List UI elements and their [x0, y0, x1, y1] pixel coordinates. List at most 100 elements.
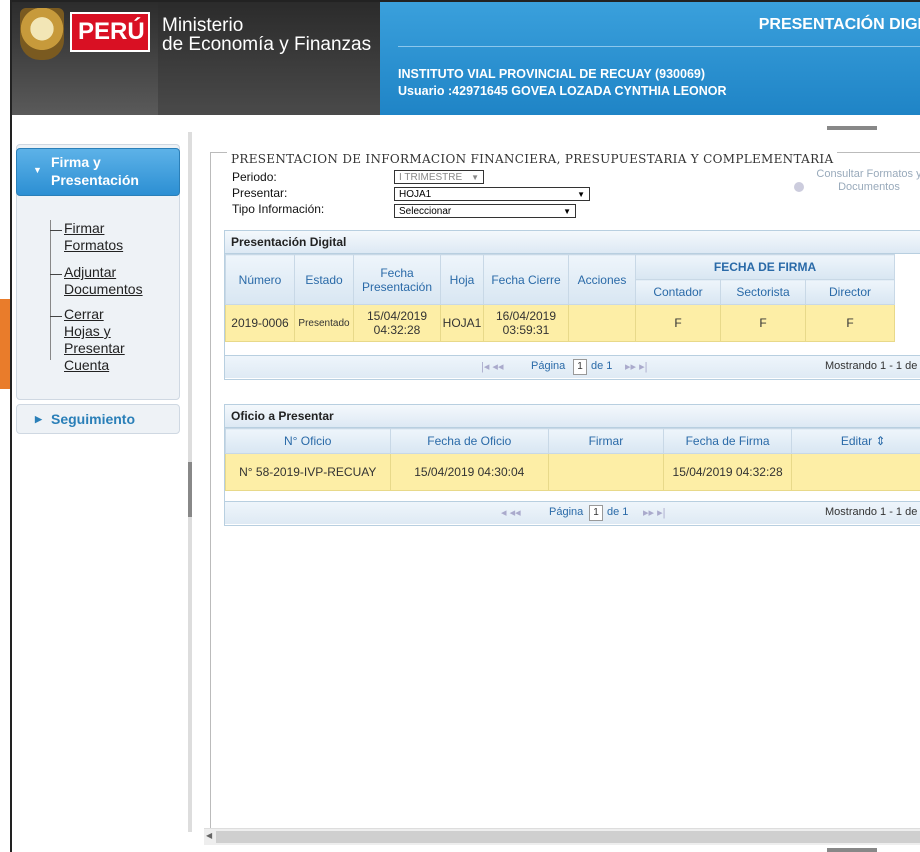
col-editar[interactable]: Editar ⇕ — [791, 428, 920, 454]
page-title: PRESENTACIÓN DIGI — [758, 16, 920, 33]
col-numero[interactable]: Número — [225, 254, 295, 305]
col-sectorista[interactable]: Sectorista — [720, 279, 806, 305]
presentar-select[interactable]: HOJA1 ▼ — [394, 187, 590, 201]
col-fecha-cierre[interactable]: Fecha Cierre — [483, 254, 569, 305]
item-label: Presentar — [64, 340, 125, 356]
table-row[interactable]: N° 58-2019-IVP-RECUAY 15/04/2019 04:30:0… — [225, 453, 920, 491]
browser-frame: PERÚ Ministerio de Economía y Finanzas P… — [10, 0, 920, 852]
pager-prev-icon[interactable]: ◂ ◂◂ — [501, 506, 521, 519]
cell-acciones[interactable] — [568, 304, 636, 342]
col-fecha-presentacion[interactable]: Fecha Presentación — [353, 254, 441, 305]
col-firmar[interactable]: Firmar — [548, 428, 664, 454]
col-contador[interactable]: Contador — [635, 279, 721, 305]
presentar-value: HOJA1 — [399, 189, 432, 200]
pager-total: de 1 — [591, 360, 613, 372]
ministry-line2: de Economía y Finanzas — [162, 34, 372, 55]
ministry-name: Ministerio de Economía y Finanzas — [158, 16, 371, 54]
item-label: Formatos — [64, 237, 124, 253]
scrollbar-thumb[interactable] — [216, 831, 920, 843]
sidebar-item-cerrar-hojas[interactable]: Cerrar Hojas y Presentar Cuenta — [64, 306, 125, 374]
header-divider — [398, 46, 920, 47]
col-acciones[interactable]: Acciones — [568, 254, 636, 305]
pager-next-icon[interactable]: ▸▸ ▸| — [643, 506, 665, 519]
item-label: Cerrar — [64, 306, 104, 322]
item-label: Adjuntar — [64, 264, 117, 280]
ministry-line1: Ministerio — [162, 15, 244, 36]
col-hoja[interactable]: Hoja — [440, 254, 484, 305]
cell-estado: Presentado — [294, 304, 354, 342]
grid-title: Oficio a Presentar — [225, 405, 920, 428]
cell-hoja: HOJA1 — [440, 304, 484, 342]
tipo-informacion-select[interactable]: Seleccionar ▼ — [394, 204, 576, 218]
pager-label: Página — [531, 360, 566, 372]
cell-oficio: N° 58-2019-IVP-RECUAY — [225, 453, 391, 491]
dropdown-arrow-icon: ▼ — [563, 207, 571, 216]
pager-prev-icon[interactable]: |◂ ◂◂ — [481, 360, 503, 373]
cell-line: 16/04/2019 — [495, 309, 557, 323]
sidebar-item-firmar-formatos[interactable]: Firmar Formatos — [64, 220, 123, 254]
item-label: Firmar — [64, 220, 105, 236]
page-input[interactable]: 1 — [573, 359, 587, 375]
cell-firmar[interactable] — [548, 453, 664, 491]
expanded-arrow-icon: ▼ — [33, 165, 42, 175]
institution-name: INSTITUTO VIAL PROVINCIAL DE RECUAY (930… — [398, 67, 706, 81]
horizontal-scrollbar[interactable]: ◀ — [204, 828, 920, 845]
grid-pager: ◂ ◂◂ Página 1 de 1 ▸▸ ▸| Mostrando 1 - 1… — [225, 501, 920, 524]
session-info: INSTITUTO VIAL PROVINCIAL DE RECUAY (930… — [398, 66, 727, 100]
page-input[interactable]: 1 — [589, 505, 603, 521]
tree-tick — [50, 274, 62, 275]
pager-status: Mostrando 1 - 1 de — [825, 506, 918, 518]
pager-status: Mostrando 1 - 1 de — [825, 360, 918, 372]
sort-icon: ⇕ — [875, 434, 886, 448]
sidebar-section-firma[interactable]: ▼ Firma y Presentación — [16, 148, 180, 196]
periodo-label: Periodo: — [232, 170, 277, 184]
col-fecha-de-firma: FECHA DE FIRMA — [635, 254, 895, 280]
col-estado[interactable]: Estado — [294, 254, 354, 305]
cell-line: 15/04/2019 — [366, 309, 428, 323]
presentacion-digital-grid: Presentación Digital Número Estado Fecha… — [224, 230, 920, 380]
cell-numero: 2019-0006 — [225, 304, 295, 342]
cell-editar[interactable] — [791, 453, 920, 491]
oficio-grid: Oficio a Presentar N° Oficio Fecha de Of… — [224, 404, 920, 526]
col-fecha-oficio[interactable]: Fecha de Oficio — [389, 428, 550, 454]
header-line: Fecha — [380, 265, 414, 280]
pager-next-icon[interactable]: ▸▸ ▸| — [625, 360, 647, 373]
consult-line1: Consultar Formatos y — [816, 168, 920, 180]
col-fecha-firma[interactable]: Fecha de Firma — [662, 428, 793, 454]
peru-logo: PERÚ — [70, 12, 150, 52]
cell-director: F — [805, 304, 895, 342]
table-row[interactable]: 2019-0006 Presentado 15/04/2019 04:32:28… — [225, 304, 895, 342]
ministry-reflection — [22, 82, 26, 100]
item-label: Cuenta — [64, 357, 110, 373]
tree-line — [50, 220, 51, 360]
consultar-formatos-button[interactable]: Consultar Formatos y Documentos — [774, 168, 920, 210]
sidebar-item-adjuntar-documentos[interactable]: Adjuntar Documentos — [64, 264, 143, 298]
section-label-line2: Presentación — [51, 172, 139, 188]
header-line: Presentación — [361, 279, 433, 294]
pager-label: Página — [549, 506, 584, 518]
cell-sectorista: F — [720, 304, 806, 342]
sidebar-section-seguimiento[interactable]: ▶ Seguimiento — [16, 404, 180, 434]
info-icon — [794, 182, 804, 192]
pager-total: de 1 — [607, 506, 629, 518]
app-header: PERÚ Ministerio de Economía y Finanzas P… — [12, 2, 920, 115]
scroll-left-icon[interactable]: ◀ — [206, 831, 212, 840]
cell-fecha-presentacion: 15/04/2019 04:32:28 — [353, 304, 441, 342]
periodo-select[interactable]: I TRIMESTRE ▼ — [394, 170, 484, 184]
tree-tick — [50, 230, 62, 231]
tree-tick — [50, 316, 62, 317]
collapsed-arrow-icon: ▶ — [35, 414, 42, 424]
cell-contador: F — [635, 304, 721, 342]
user-name: Usuario :42971645 GOVEA LOZADA CYNTHIA L… — [398, 84, 727, 98]
section-label-line1: Firma y — [51, 154, 101, 170]
cell-fecha-cierre: 16/04/2019 03:59:31 — [483, 304, 569, 342]
oficio-table: N° Oficio Fecha de Oficio Firmar Fecha d… — [225, 428, 920, 491]
splitter-handle[interactable] — [188, 462, 192, 517]
col-oficio[interactable]: N° Oficio — [225, 428, 391, 454]
col-director[interactable]: Director — [805, 279, 895, 305]
editar-label: Editar — [840, 434, 873, 448]
cell-fecha-oficio: 15/04/2019 04:30:04 — [389, 453, 550, 491]
dropdown-arrow-icon: ▼ — [471, 173, 479, 182]
presentacion-table: Número Estado Fecha Presentación Hoja Fe… — [225, 254, 895, 342]
item-label: Documentos — [64, 281, 143, 297]
